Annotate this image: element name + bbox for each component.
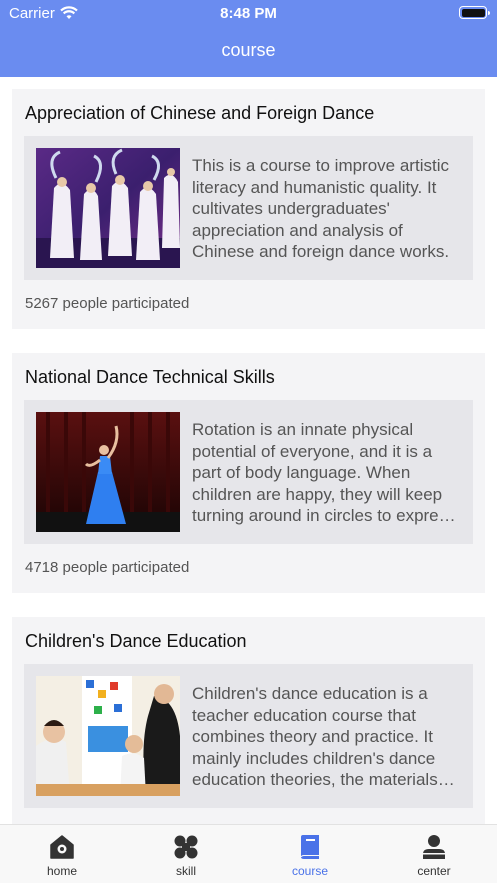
course-card[interactable]: Appreciation of Chinese and Foreign Danc… [12,89,485,329]
course-image [36,412,180,532]
tab-label: course [291,864,329,878]
tab-home[interactable]: home [0,825,124,883]
status-time: 8:48 PM [220,5,277,22]
course-summary[interactable]: Rotation is an innate physical potential… [24,400,473,544]
home-icon [49,834,75,860]
tab-label: skill [176,864,196,878]
course-image [36,676,180,796]
person-icon [421,834,447,860]
status-bar: Carrier 8:48 PM [0,4,497,24]
tab-course[interactable]: course [248,825,372,883]
course-card[interactable]: National Dance Technical Skills Rotation… [12,353,485,593]
course-description: Children's dance education is a teacher … [192,684,438,789]
battery-icon [459,6,490,19]
participant-count: 5267 people participated [25,295,190,312]
course-summary[interactable]: Children's dance education is a teacher … [24,664,473,808]
course-list[interactable]: Appreciation of Chinese and Foreign Danc… [0,77,497,824]
course-summary[interactable]: This is a course to improve artistic lit… [24,136,473,280]
tab-center[interactable]: center [372,825,496,883]
course-title: Children's Dance Education [25,631,247,651]
participant-count: 4718 people participated [25,559,190,576]
course-card[interactable]: Children's Dance Education Children's da… [12,617,485,824]
skill-icon [173,834,199,860]
course-image [36,148,180,268]
tab-label: center [417,864,451,878]
page-title: course [221,40,276,60]
course-description: Rotation is an innate physical potential… [192,420,456,525]
tab-label: home [46,864,78,878]
course-title: National Dance Technical Skills [25,367,275,387]
tab-skill[interactable]: skill [124,825,248,883]
app-header: Carrier 8:48 PM course [0,0,497,77]
course-title: Appreciation of Chinese and Foreign Danc… [25,103,375,123]
tab-bar: home skill course center [0,824,497,883]
course-description: This is a course to improve artistic lit… [192,156,450,261]
book-icon [297,834,323,860]
